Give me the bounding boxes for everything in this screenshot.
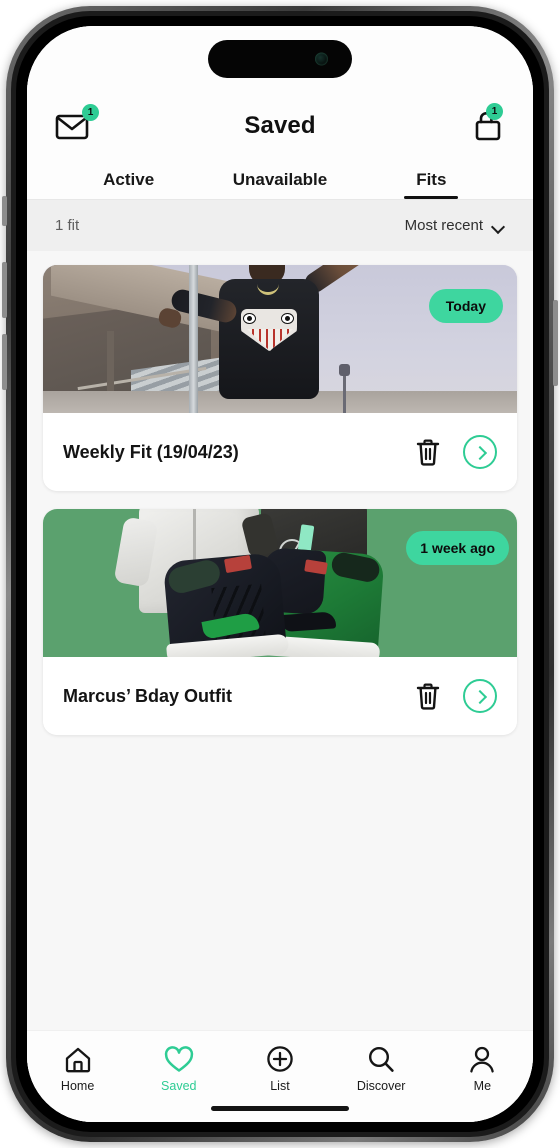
fit-card-image: 1 week ago <box>43 509 517 657</box>
tab-active[interactable]: Active <box>53 170 204 199</box>
nav-label-me: Me <box>473 1079 492 1093</box>
chevron-right-icon <box>475 448 484 457</box>
fit-card-title: Marcus’ Bday Outfit <box>63 685 233 706</box>
fit-card-actions <box>415 435 497 469</box>
nav-label-list: List <box>270 1079 290 1093</box>
nav-label-saved: Saved <box>161 1079 197 1093</box>
fit-card-title: Weekly Fit (19/04/23) <box>63 441 239 462</box>
home-indicator[interactable] <box>211 1106 349 1111</box>
volume-up-button[interactable] <box>2 262 7 318</box>
bag-button[interactable]: 1 <box>461 103 505 147</box>
nav-item-me[interactable]: Me <box>439 1045 525 1093</box>
fit-card[interactable]: Today Weekly Fit (19/04/23) <box>43 265 517 491</box>
nav-label-home: Home <box>60 1079 95 1093</box>
nav-item-discover[interactable]: Discover <box>338 1045 424 1093</box>
person-icon <box>468 1045 496 1073</box>
fit-time-badge: 1 week ago <box>406 531 509 565</box>
tab-active-label: Active <box>103 170 155 189</box>
front-camera-icon <box>315 52 328 66</box>
fit-time-badge: Today <box>428 289 503 323</box>
plus-circle-icon <box>266 1045 294 1073</box>
power-button[interactable] <box>553 300 558 386</box>
sort-dropdown[interactable]: Most recent <box>405 217 505 234</box>
screenshot-root: 1 Saved 1 Active Unavailable Fits 1 fit … <box>0 0 560 1148</box>
open-fit-button[interactable] <box>463 435 497 469</box>
fit-card-image: Today <box>43 265 517 413</box>
fit-count-label: 1 fit <box>55 217 80 234</box>
phone-screen: 1 Saved 1 Active Unavailable Fits 1 fit … <box>27 26 533 1122</box>
segment-tabs: Active Unavailable Fits <box>27 170 533 199</box>
search-icon <box>367 1045 395 1073</box>
tab-fits-label: Fits <box>416 170 447 189</box>
tab-unavailable-label: Unavailable <box>232 170 328 189</box>
trash-icon <box>416 439 440 466</box>
app-container: 1 Saved 1 Active Unavailable Fits 1 fit … <box>27 26 533 1122</box>
mute-switch[interactable] <box>2 196 7 226</box>
fit-card-actions <box>415 679 497 713</box>
inbox-button[interactable]: 1 <box>55 104 99 147</box>
fits-list[interactable]: Today Weekly Fit (19/04/23) 1 week ago M… <box>27 251 533 1030</box>
delete-fit-button[interactable] <box>415 438 441 466</box>
chevron-down-icon <box>492 222 505 230</box>
page-title: Saved <box>244 112 316 139</box>
bag-badge: 1 <box>486 103 503 120</box>
delete-fit-button[interactable] <box>415 682 441 710</box>
volume-down-button[interactable] <box>2 334 7 390</box>
tab-unavailable[interactable]: Unavailable <box>204 170 355 199</box>
heart-icon <box>164 1045 194 1073</box>
inbox-badge: 1 <box>82 104 99 121</box>
fit-card-footer: Weekly Fit (19/04/23) <box>43 413 517 491</box>
street-outfit-photo <box>43 265 517 413</box>
nav-item-saved[interactable]: Saved <box>136 1045 222 1093</box>
nav-item-list[interactable]: List <box>237 1045 323 1093</box>
tab-fits[interactable]: Fits <box>356 170 507 199</box>
fit-card[interactable]: 1 week ago Marcus’ Bday Outfit <box>43 509 517 735</box>
fit-card-footer: Marcus’ Bday Outfit <box>43 657 517 735</box>
open-fit-button[interactable] <box>463 679 497 713</box>
nav-item-home[interactable]: Home <box>35 1045 121 1093</box>
chevron-right-icon <box>475 692 484 701</box>
sort-label: Most recent <box>404 217 483 234</box>
nav-label-discover: Discover <box>356 1079 406 1093</box>
active-tab-indicator <box>404 196 459 199</box>
filter-bar: 1 fit Most recent <box>27 199 533 251</box>
trash-icon <box>416 683 440 710</box>
home-icon <box>64 1045 92 1073</box>
dynamic-island <box>208 40 352 78</box>
header-row: 1 Saved 1 <box>55 103 505 148</box>
